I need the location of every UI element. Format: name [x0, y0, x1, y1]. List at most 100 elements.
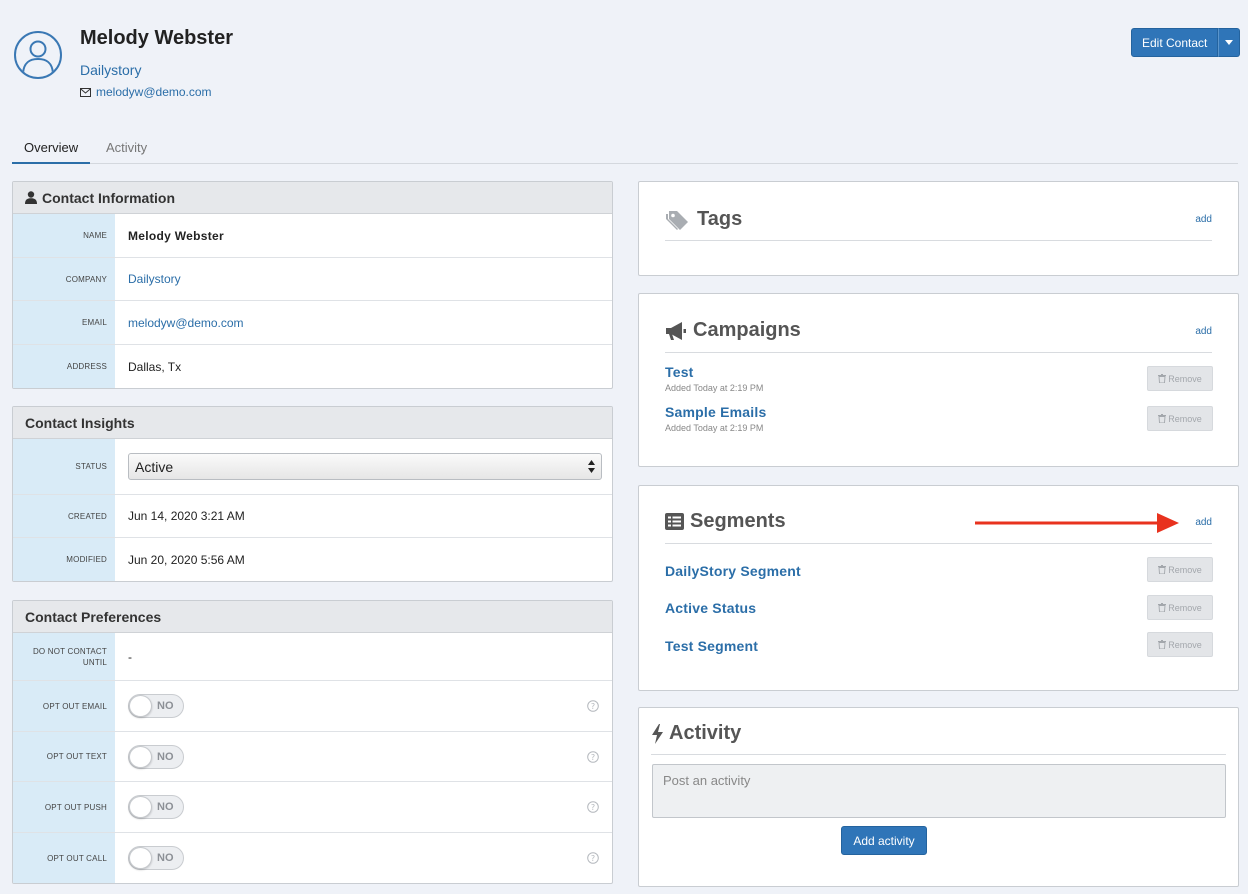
card-title-text: Activity [669, 722, 742, 744]
contact-insights-header: Contact Insights [13, 407, 612, 439]
row-label: DO NOT CONTACT UNTIL [13, 633, 115, 680]
insights-row-status: STATUS Active [13, 439, 612, 495]
contact-information-header: Contact Information [13, 182, 612, 214]
pref-row-opt-out-email: OPT OUT EMAIL NO ? [13, 681, 612, 732]
help-icon[interactable]: ? [587, 852, 599, 864]
toggle-state: NO [157, 801, 174, 813]
svg-text:?: ? [591, 854, 595, 863]
row-label: STATUS [13, 439, 115, 494]
trash-icon [1158, 603, 1167, 612]
add-activity-button[interactable]: Add activity [841, 826, 927, 855]
segments-add-link[interactable]: add [1195, 517, 1212, 528]
divider [651, 754, 1226, 755]
tab-bar: Overview Activity [12, 133, 1238, 164]
segment-item-title[interactable]: Test Segment [665, 638, 758, 654]
row-label: OPT OUT TEXT [13, 732, 115, 781]
campaign-remove-button[interactable]: Remove [1147, 406, 1213, 431]
campaign-item-added: Added Today at 2:19 PM [665, 423, 764, 433]
segment-item-title[interactable]: Active Status [665, 600, 756, 616]
row-value: NO ? [115, 681, 612, 731]
trash-icon [1158, 374, 1167, 383]
row-value: NO ? [115, 782, 612, 832]
tab-overview[interactable]: Overview [12, 133, 91, 164]
megaphone-icon [666, 321, 686, 340]
remove-label: Remove [1168, 602, 1202, 613]
segment-remove-button[interactable]: Remove [1147, 632, 1213, 657]
contact-information-panel: Contact Information NAME Melody Webster … [12, 181, 613, 389]
opt-out-push-toggle[interactable]: NO [128, 795, 184, 819]
tab-activity[interactable]: Activity [94, 133, 159, 164]
contact-name: Melody Webster [80, 27, 233, 49]
pref-row-opt-out-call: OPT OUT CALL NO ? [13, 833, 612, 883]
select-arrows-icon [588, 460, 595, 473]
opt-out-call-toggle[interactable]: NO [128, 846, 184, 870]
segment-remove-button[interactable]: Remove [1147, 557, 1213, 582]
user-icon [22, 40, 54, 74]
list-icon [665, 513, 684, 530]
campaigns-card: Campaigns add Test Added Today at 2:19 P… [638, 293, 1239, 467]
company-value-link[interactable]: Dailystory [128, 272, 181, 286]
help-icon[interactable]: ? [587, 700, 599, 712]
card-title-text: Tags [697, 208, 743, 230]
campaigns-title: Campaigns [665, 319, 801, 342]
row-value: - [128, 649, 132, 664]
campaigns-add-link[interactable]: add [1195, 326, 1212, 337]
trash-icon [1158, 414, 1167, 423]
row-label: OPT OUT EMAIL [13, 681, 115, 731]
svg-text:?: ? [591, 753, 595, 762]
opt-out-text-toggle[interactable]: NO [128, 744, 184, 769]
header-email-link[interactable]: melodyw@demo.com [96, 85, 212, 99]
panel-title: Contact Preferences [25, 608, 162, 625]
campaign-item-title[interactable]: Test [665, 364, 694, 380]
info-row-name: NAME Melody Webster [13, 214, 612, 258]
edit-contact-button[interactable]: Edit Contact [1131, 28, 1219, 57]
edit-contact-dropdown[interactable] [1218, 28, 1241, 57]
info-row-email: EMAIL melodyw@demo.com [13, 301, 612, 345]
divider [665, 543, 1212, 544]
toggle-state: NO [157, 852, 174, 864]
pref-row-opt-out-text: OPT OUT TEXT NO ? [13, 732, 612, 782]
row-label: MODIFIED [13, 538, 115, 581]
remove-label: Remove [1168, 413, 1202, 424]
header-email[interactable]: melodyw@demo.com [80, 85, 212, 99]
envelope-icon [80, 87, 91, 97]
post-activity-input[interactable]: Post an activity [652, 764, 1226, 818]
contact-preferences-panel: Contact Preferences DO NOT CONTACT UNTIL… [12, 600, 613, 884]
row-label: OPT OUT CALL [13, 833, 115, 883]
row-value: NO ? [115, 732, 612, 781]
email-value-link[interactable]: melodyw@demo.com [128, 316, 244, 330]
row-value: NO ? [115, 833, 612, 883]
avatar [14, 31, 62, 79]
opt-out-email-toggle[interactable]: NO [128, 694, 184, 718]
insights-row-created: CREATED Jun 14, 2020 3:21 AM [13, 495, 612, 538]
status-select-value: Active [135, 458, 174, 475]
divider [665, 352, 1212, 353]
divider [665, 240, 1212, 241]
tags-add-link[interactable]: add [1195, 214, 1212, 225]
row-label: EMAIL [13, 301, 115, 344]
remove-label: Remove [1168, 639, 1202, 650]
activity-title: Activity [651, 722, 741, 745]
toggle-state: NO [157, 700, 174, 712]
campaign-remove-button[interactable]: Remove [1147, 366, 1213, 391]
svg-text:?: ? [591, 803, 595, 812]
pref-row-opt-out-push: OPT OUT PUSH NO ? [13, 782, 612, 833]
panel-title: Contact Insights [25, 414, 135, 431]
status-select[interactable]: Active [128, 453, 602, 480]
card-title-text: Segments [690, 510, 786, 532]
campaign-item-title[interactable]: Sample Emails [665, 404, 766, 420]
segment-remove-button[interactable]: Remove [1147, 595, 1213, 620]
tags-title: Tags [665, 208, 742, 231]
segment-item-title[interactable]: DailyStory Segment [665, 563, 801, 579]
segments-title: Segments [665, 510, 786, 533]
company-link[interactable]: Dailystory [80, 62, 141, 78]
pref-row-do-not-contact: DO NOT CONTACT UNTIL - [13, 633, 612, 681]
info-row-company: COMPANY Dailystory [13, 258, 612, 301]
row-value: Jun 20, 2020 5:56 AM [128, 552, 245, 567]
row-value: Dallas, Tx [128, 359, 182, 374]
help-icon[interactable]: ? [587, 801, 599, 813]
help-icon[interactable]: ? [587, 750, 599, 763]
contact-insights-panel: Contact Insights STATUS Active CREATED J… [12, 406, 613, 582]
row-label: OPT OUT PUSH [13, 782, 115, 832]
trash-icon [1158, 565, 1167, 574]
